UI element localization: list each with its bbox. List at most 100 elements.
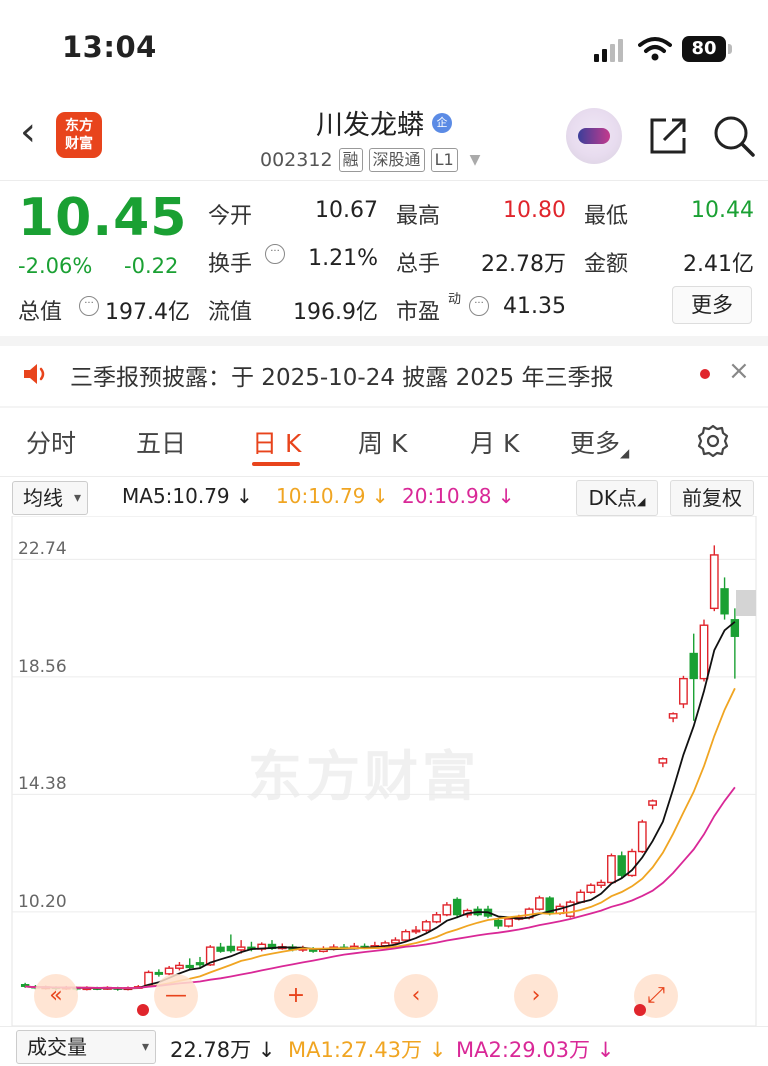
tag-level: L1 bbox=[430, 148, 458, 172]
marker-dot bbox=[634, 1004, 646, 1016]
candle-body bbox=[401, 930, 411, 941]
volume-ma2: MA2:29.03万 ↓ bbox=[456, 1038, 615, 1062]
candle-body bbox=[720, 588, 729, 615]
candle-body bbox=[617, 855, 626, 876]
close-icon[interactable]: × bbox=[728, 356, 750, 386]
battery-tip bbox=[728, 44, 732, 54]
volume-ma1: MA1:27.43万 ↓ bbox=[288, 1038, 447, 1062]
candle-body bbox=[679, 677, 688, 705]
notice-divider bbox=[0, 406, 768, 408]
signal-icon bbox=[594, 39, 623, 62]
candle-body bbox=[658, 758, 668, 764]
candle-body bbox=[648, 800, 657, 806]
adjust-button[interactable]: 前复权 bbox=[670, 480, 754, 516]
zoom-out-icon[interactable]: — bbox=[154, 974, 198, 1018]
rewind-icon[interactable]: « bbox=[34, 974, 78, 1018]
quote-value: 1.21% bbox=[308, 246, 378, 271]
dk-point-button[interactable]: DK点◢ bbox=[576, 480, 658, 516]
candle-body bbox=[421, 921, 431, 931]
candle-body bbox=[226, 945, 236, 952]
candle-body bbox=[709, 554, 719, 610]
y-tick-label: 18.56 bbox=[18, 656, 67, 677]
candle-body bbox=[391, 939, 400, 944]
candle-body bbox=[442, 904, 452, 916]
quote-value: 2.41亿 bbox=[683, 252, 754, 277]
y-tick-label: 14.38 bbox=[18, 774, 67, 795]
candle-body bbox=[185, 964, 194, 969]
candle-body bbox=[576, 891, 585, 903]
change-amount: -0.22 bbox=[124, 254, 179, 278]
candle-body bbox=[195, 962, 205, 966]
ma20-value: 20:10.98 ↓ bbox=[402, 484, 515, 508]
tag-connect: 深股通 bbox=[368, 148, 425, 172]
quote-value: 10.44 bbox=[691, 198, 754, 223]
marker-dot bbox=[137, 1004, 149, 1016]
candle-body bbox=[411, 929, 421, 933]
header-divider bbox=[0, 180, 768, 181]
y-tick-label: 10.20 bbox=[18, 891, 67, 912]
candle-body bbox=[689, 652, 698, 680]
quote-value: 10.80 bbox=[503, 198, 566, 223]
enterprise-badge-icon: 企 bbox=[432, 112, 452, 133]
candle-body bbox=[586, 884, 596, 893]
volume-select[interactable]: 成交量 bbox=[16, 1030, 156, 1064]
volume-value: 22.78万 ↓ bbox=[170, 1038, 276, 1062]
volume-divider bbox=[0, 1026, 768, 1027]
indicator-select[interactable]: 均线 bbox=[12, 481, 88, 515]
tab-daily-k[interactable]: 日 K bbox=[252, 424, 301, 460]
info-dots-icon[interactable]: ··· bbox=[79, 296, 99, 316]
candle-body bbox=[144, 971, 153, 986]
candle-body bbox=[494, 919, 503, 927]
status-time: 13:04 bbox=[62, 30, 157, 64]
wifi-icon bbox=[638, 37, 672, 61]
quote-label: 最低 bbox=[584, 204, 629, 229]
chevron-left-icon[interactable]: ‹ bbox=[394, 974, 438, 1018]
notice-text[interactable]: 三季报预披露：于 2025-10-24 披露 2025 年三季报 bbox=[70, 358, 613, 392]
candle-body bbox=[699, 624, 709, 680]
chevron-right-icon[interactable]: › bbox=[514, 974, 558, 1018]
pe-superscript: 动 bbox=[448, 292, 462, 307]
candle-body bbox=[596, 881, 606, 886]
candle-body bbox=[432, 914, 441, 923]
tab-weekly-k[interactable]: 周 K bbox=[358, 424, 407, 460]
share-icon[interactable] bbox=[646, 114, 690, 158]
speaker-icon bbox=[24, 364, 45, 384]
tab-five-day[interactable]: 五日 bbox=[136, 424, 186, 460]
stock-code: 002312 bbox=[260, 149, 333, 171]
quote-label: 流值 bbox=[208, 300, 253, 325]
search-icon[interactable] bbox=[712, 114, 756, 158]
stock-name: 川发龙蟒 bbox=[316, 110, 424, 141]
zoom-in-icon[interactable]: + bbox=[274, 974, 318, 1018]
candlestick-chart[interactable] bbox=[0, 516, 768, 1026]
corner-triangle-icon: ◢ bbox=[637, 495, 646, 508]
active-tab-indicator bbox=[252, 462, 300, 466]
tab-more[interactable]: 更多◢ bbox=[570, 424, 629, 460]
stock-code-line[interactable]: 002312 融 深股通 L1 ▼ bbox=[260, 148, 480, 172]
tab-more-label: 更多 bbox=[570, 429, 621, 458]
quote-value: 22.78万 bbox=[481, 252, 566, 277]
quote-label: 换手 bbox=[208, 252, 253, 277]
quote-value: 10.67 bbox=[315, 198, 378, 223]
candle-body bbox=[504, 918, 513, 927]
gear-icon[interactable] bbox=[696, 424, 730, 458]
y-tick-label: 22.74 bbox=[18, 539, 67, 560]
notice-unread-dot bbox=[700, 369, 710, 379]
ma5-value: MA5:10.79 ↓ bbox=[122, 484, 253, 508]
chevron-down-icon: ▼ bbox=[469, 152, 481, 168]
quote-label: 总手 bbox=[396, 252, 441, 277]
candle-body bbox=[637, 821, 647, 853]
last-price: 10.45 bbox=[18, 188, 188, 248]
tab-intraday[interactable]: 分时 bbox=[26, 424, 76, 460]
quote-label: 市盈 bbox=[396, 300, 441, 325]
tag-margin: 融 bbox=[338, 148, 363, 172]
corner-triangle-icon: ◢ bbox=[620, 446, 630, 460]
battery-icon: 80 bbox=[682, 36, 726, 62]
candle-body bbox=[154, 971, 164, 975]
quote-value: 196.9亿 bbox=[293, 300, 378, 325]
candle-body bbox=[164, 967, 174, 975]
tab-monthly-k[interactable]: 月 K bbox=[470, 424, 519, 460]
candle-body bbox=[175, 964, 184, 969]
change-percent: -2.06% bbox=[18, 254, 93, 278]
candle-body bbox=[452, 898, 462, 916]
more-quote-button[interactable]: 更多 bbox=[672, 286, 752, 324]
